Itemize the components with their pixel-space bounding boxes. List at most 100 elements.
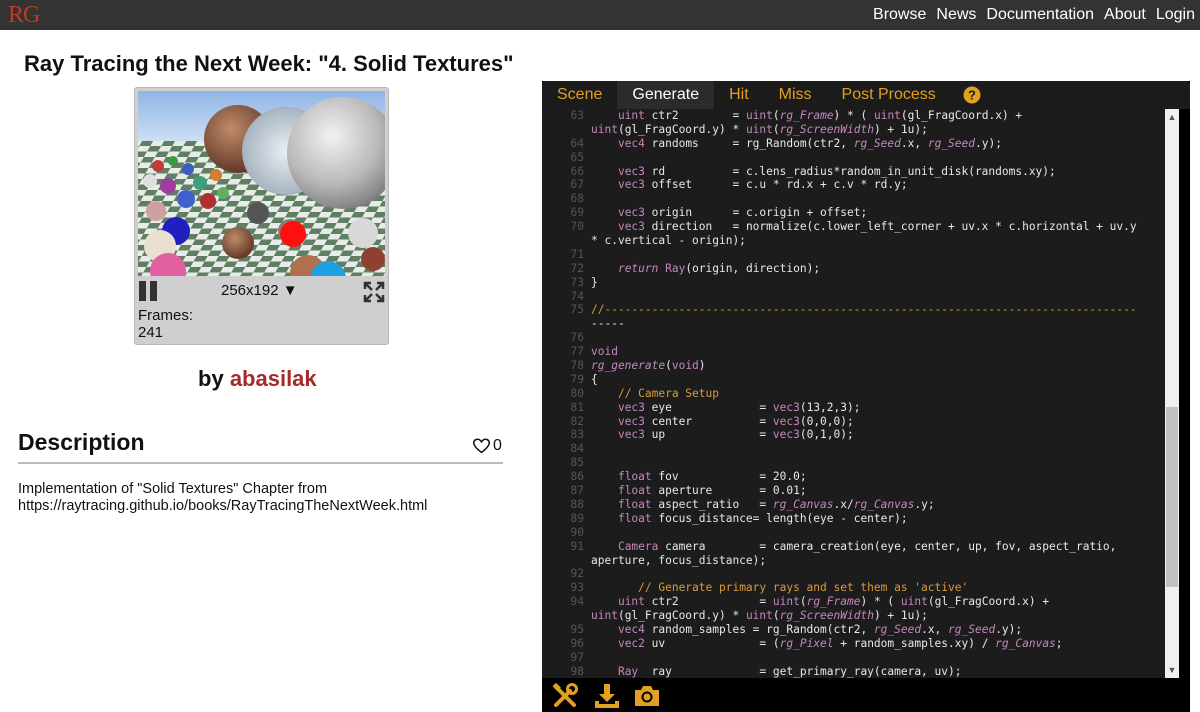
code-line: 78 rg_generate(void) bbox=[542, 359, 1165, 373]
resolution-select[interactable]: 256x192 ▼ bbox=[221, 282, 298, 299]
tab-hit[interactable]: Hit bbox=[714, 81, 764, 109]
code-line: 87 float aperture = 0.01; bbox=[542, 484, 1165, 498]
code-text: uint(gl_FragCoord.y) * uint(rg_ScreenWid… bbox=[591, 122, 928, 136]
code-line: 66 vec3 rd = c.lens_radius*random_in_uni… bbox=[542, 165, 1165, 179]
code-line: 97 bbox=[542, 651, 1165, 665]
line-number: 72 bbox=[570, 261, 584, 275]
line-number: 78 bbox=[570, 359, 584, 373]
code-text: // Camera Setup bbox=[617, 386, 719, 400]
download-icon[interactable] bbox=[593, 682, 621, 710]
code-line: 65 bbox=[542, 151, 1165, 165]
code-text: vec3 offset = c.u * rd.x + c.v * rd.y; bbox=[617, 178, 908, 192]
code-line: 84 bbox=[542, 442, 1165, 456]
line-number: 71 bbox=[570, 247, 584, 261]
code-text: float focus_distance= length(eye - cente… bbox=[617, 511, 908, 525]
code-line: 89 float focus_distance= length(eye - ce… bbox=[542, 512, 1165, 526]
author-link[interactable]: abasilak bbox=[230, 366, 317, 391]
line-number: 93 bbox=[570, 581, 584, 595]
code-line: 69 vec3 origin = c.origin + offset; bbox=[542, 206, 1165, 220]
tab-generate[interactable]: Generate bbox=[617, 81, 715, 109]
site-logo[interactable]: RG bbox=[8, 2, 40, 29]
player-controls: 256x192 ▼ bbox=[135, 278, 388, 304]
tab-miss[interactable]: Miss bbox=[764, 81, 827, 109]
camera-icon[interactable] bbox=[633, 682, 661, 710]
code-text: aperture, focus_distance); bbox=[591, 553, 767, 567]
line-number: 81 bbox=[570, 400, 584, 414]
code-text: float aperture = 0.01; bbox=[617, 484, 807, 498]
description-text: Implementation of "Solid Textures" Chapt… bbox=[18, 481, 518, 515]
code-text: vec3 eye = vec3(13,2,3); bbox=[617, 400, 861, 414]
by-label: by bbox=[198, 366, 224, 391]
code-text: vec3 origin = c.origin + offset; bbox=[617, 206, 868, 220]
fullscreen-icon[interactable] bbox=[363, 281, 385, 303]
code-line: 75 //------------------------------------… bbox=[542, 303, 1165, 317]
description-line: Implementation of "Solid Textures" Chapt… bbox=[18, 481, 328, 497]
line-number: 83 bbox=[570, 428, 584, 442]
line-number: 64 bbox=[570, 136, 584, 150]
heart-icon bbox=[473, 438, 490, 454]
like-button[interactable]: 0 bbox=[473, 437, 502, 455]
code-line: 72 return Ray(origin, direction); bbox=[542, 262, 1165, 276]
render-canvas[interactable] bbox=[138, 91, 385, 276]
code-line: 77 void bbox=[542, 345, 1165, 359]
line-number: 87 bbox=[570, 484, 584, 498]
svg-text:?: ? bbox=[968, 88, 976, 103]
render-image bbox=[138, 91, 385, 276]
tab-scene[interactable]: Scene bbox=[542, 81, 617, 109]
code-text: uint(gl_FragCoord.y) * uint(rg_ScreenWid… bbox=[591, 609, 928, 623]
pause-icon[interactable] bbox=[138, 281, 158, 301]
nav-about[interactable]: About bbox=[1104, 6, 1146, 24]
editor-toolbar bbox=[542, 678, 1190, 712]
code-line: uint(gl_FragCoord.y) * uint(rg_ScreenWid… bbox=[542, 123, 1165, 137]
code-text: vec3 center = vec3(0,0,0); bbox=[617, 414, 854, 428]
code-line: 88 float aspect_ratio = rg_Canvas.x/rg_C… bbox=[542, 498, 1165, 512]
code-line: ----- bbox=[542, 317, 1165, 331]
code-text: return Ray(origin, direction); bbox=[617, 261, 821, 275]
code-text: ----- bbox=[591, 317, 625, 331]
nav-browse[interactable]: Browse bbox=[873, 6, 926, 24]
code-line: 93 // Generate primary rays and set them… bbox=[542, 581, 1165, 595]
help-icon[interactable]: ? bbox=[963, 81, 981, 109]
code-line: 76 bbox=[542, 331, 1165, 345]
line-number: 70 bbox=[570, 220, 584, 234]
frames-count: 241 bbox=[138, 324, 164, 341]
code-line: 71 bbox=[542, 248, 1165, 262]
description-heading: Description bbox=[18, 429, 145, 455]
line-number: 92 bbox=[570, 567, 584, 581]
code-line: 95 vec4 random_samples = rg_Random(ctr2,… bbox=[542, 623, 1165, 637]
scroll-up-arrow[interactable]: ▲ bbox=[1165, 112, 1179, 122]
scroll-down-arrow[interactable]: ▼ bbox=[1165, 665, 1179, 675]
code-line: 64 vec4 randoms = rg_Random(ctr2, rg_See… bbox=[542, 137, 1165, 151]
code-line: uint(gl_FragCoord.y) * uint(rg_ScreenWid… bbox=[542, 609, 1165, 623]
nav-login[interactable]: Login bbox=[1156, 6, 1195, 24]
code-line: 98 Ray ray = get_primary_ray(camera, uv)… bbox=[542, 665, 1165, 678]
code-scrollbar[interactable]: ▲ ▼ bbox=[1165, 109, 1179, 678]
tools-icon[interactable] bbox=[551, 682, 579, 710]
line-number: 89 bbox=[570, 511, 584, 525]
line-number: 65 bbox=[570, 150, 584, 164]
nav-news[interactable]: News bbox=[936, 6, 976, 24]
editor-tabs: Scene Generate Hit Miss Post Process ? bbox=[542, 81, 1190, 109]
code-line: 63 uint ctr2 = uint(rg_Frame) * ( uint(g… bbox=[542, 109, 1165, 123]
code-text: Ray ray = get_primary_ray(camera, uv); bbox=[617, 664, 962, 678]
description-divider bbox=[18, 462, 503, 464]
code-text: vec4 randoms = rg_Random(ctr2, rg_Seed.x… bbox=[617, 136, 1002, 150]
code-area[interactable]: 63 uint ctr2 = uint(rg_Frame) * ( uint(g… bbox=[542, 109, 1165, 678]
description-link[interactable]: https://raytracing.github.io/books/RayTr… bbox=[18, 498, 518, 515]
page-title: Ray Tracing the Next Week: "4. Solid Tex… bbox=[24, 51, 514, 76]
code-text: uint ctr2 = uint(rg_Frame) * ( uint(gl_F… bbox=[617, 109, 1023, 122]
nav-documentation[interactable]: Documentation bbox=[986, 6, 1094, 24]
code-line: 90 bbox=[542, 526, 1165, 540]
code-line: 94 uint ctr2 = uint(rg_Frame) * ( uint(g… bbox=[542, 595, 1165, 609]
code-text: vec4 random_samples = rg_Random(ctr2, rg… bbox=[617, 622, 1023, 636]
code-line: 85 bbox=[542, 456, 1165, 470]
line-number: 74 bbox=[570, 289, 584, 303]
line-number: 96 bbox=[570, 636, 584, 650]
code-line: 91 Camera camera = camera_creation(eye, … bbox=[542, 540, 1165, 554]
scroll-thumb[interactable] bbox=[1166, 407, 1178, 587]
shader-editor: Scene Generate Hit Miss Post Process ? 6… bbox=[542, 81, 1190, 712]
line-number: 82 bbox=[570, 414, 584, 428]
code-line: 81 vec3 eye = vec3(13,2,3); bbox=[542, 401, 1165, 415]
tab-post-process[interactable]: Post Process bbox=[827, 81, 951, 109]
code-text: vec3 rd = c.lens_radius*random_in_unit_d… bbox=[617, 164, 1056, 178]
